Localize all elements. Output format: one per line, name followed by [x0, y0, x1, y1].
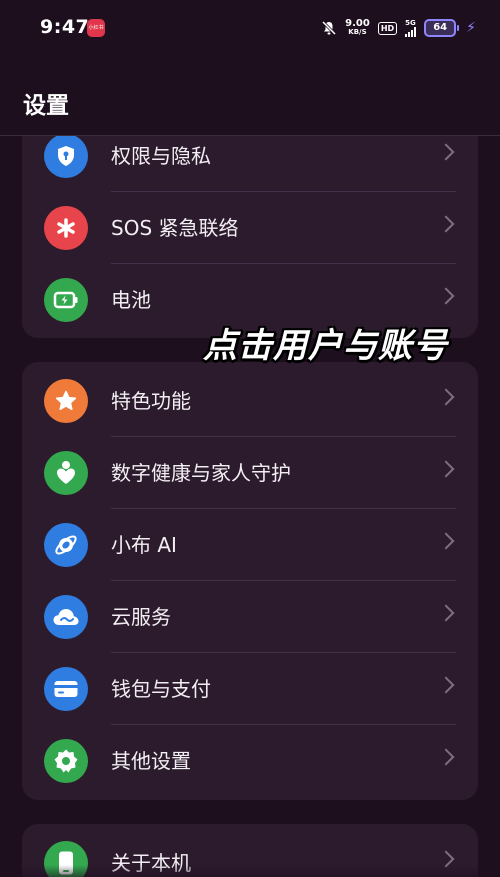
row-digital-wellbeing[interactable]: 数字健康与家人守护 — [22, 437, 478, 509]
chevron-right-icon — [437, 215, 455, 233]
status-bar: 9:47 小红书 9.00 KB/S HD 5G 64 ⚡ — [0, 0, 500, 56]
cloud-icon — [44, 595, 88, 639]
ai-assistant-icon — [44, 523, 88, 567]
settings-group-features: 特色功能 数字健康与家人守护 小布 AI 云服务 钱包与支付 其他设置 — [22, 362, 478, 800]
chevron-right-icon — [437, 748, 455, 766]
row-label: SOS 紧急联络 — [111, 216, 239, 240]
cellular-signal: 5G — [405, 19, 417, 37]
chevron-right-icon — [437, 676, 455, 694]
page-title: 设置 — [23, 93, 69, 119]
row-wallet-payment[interactable]: 钱包与支付 — [22, 653, 478, 725]
hd-badge: HD — [377, 21, 398, 35]
speed-unit: KB/S — [348, 28, 367, 36]
chevron-right-icon — [437, 143, 455, 161]
shield-lock-icon — [44, 134, 88, 178]
row-sos-emergency[interactable]: SOS 紧急联络 — [22, 192, 478, 264]
asterisk-icon — [44, 206, 88, 250]
row-cloud-service[interactable]: 云服务 — [22, 581, 478, 653]
chevron-right-icon — [437, 388, 455, 406]
row-label: 电池 — [111, 288, 151, 312]
overlay-caption: 点击用户与账号 — [203, 326, 448, 366]
row-label: 钱包与支付 — [111, 677, 211, 701]
charging-bolt-icon: ⚡ — [466, 20, 476, 36]
row-label: 特色功能 — [111, 389, 191, 413]
chevron-right-icon — [437, 604, 455, 622]
network-type: 5G — [405, 19, 416, 27]
row-label: 云服务 — [111, 605, 171, 629]
star-icon — [44, 379, 88, 423]
row-label: 数字健康与家人守护 — [111, 461, 291, 485]
xiaohongshu-app-icon: 小红书 — [87, 19, 105, 37]
wallet-card-icon — [44, 667, 88, 711]
family-care-icon — [44, 451, 88, 495]
status-time: 9:47 — [40, 16, 90, 38]
chevron-right-icon — [437, 532, 455, 550]
speed-value: 9.00 — [345, 18, 370, 29]
row-label: 其他设置 — [111, 749, 191, 773]
mute-bell-icon — [322, 20, 337, 36]
battery-icon — [44, 278, 88, 322]
row-special-features[interactable]: 特色功能 — [22, 365, 478, 437]
network-speed: 9.00 KB/S — [345, 19, 370, 37]
battery-level: 64 — [424, 19, 460, 37]
row-xiaobu-ai[interactable]: 小布 AI — [22, 509, 478, 581]
chevron-right-icon — [437, 287, 455, 305]
chevron-right-icon — [437, 460, 455, 478]
row-label: 小布 AI — [111, 533, 177, 557]
settings-group-privacy: 权限与隐私 SOS 紧急联络 电池 — [22, 110, 478, 338]
settings-screen: 9:47 小红书 9.00 KB/S HD 5G 64 ⚡ 设置 权限与隐私 S… — [0, 0, 500, 877]
row-other-settings[interactable]: 其他设置 — [22, 725, 478, 797]
title-bar: 设置 — [0, 56, 500, 136]
gear-icon — [44, 739, 88, 783]
status-indicators: 9.00 KB/S HD 5G 64 ⚡ — [321, 16, 476, 40]
bottom-fade — [0, 865, 500, 877]
signal-bars-icon — [405, 27, 417, 37]
